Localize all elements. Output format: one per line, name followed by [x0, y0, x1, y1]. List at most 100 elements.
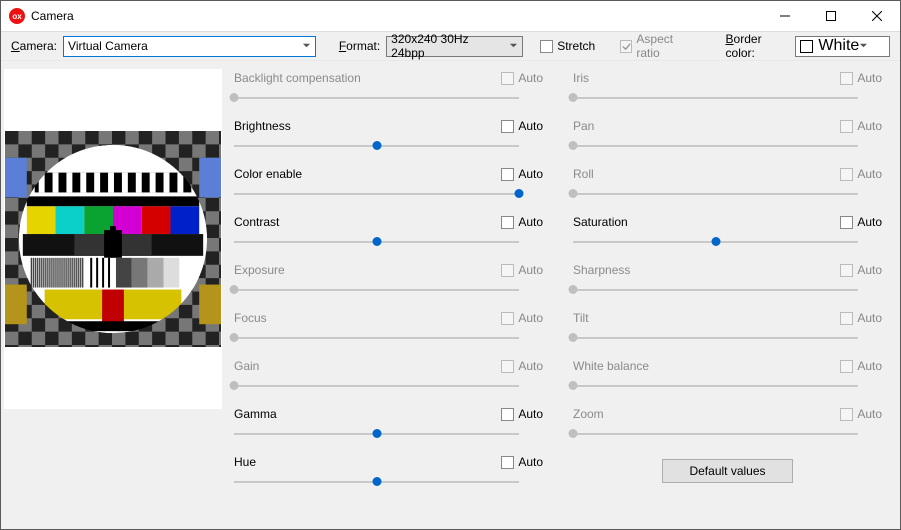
slider-whitebal: White balance Auto [573, 357, 882, 405]
slider-label: Backlight compensation [234, 71, 501, 85]
slider-track-gain [234, 379, 519, 393]
sliders-column-right: IrisAutoPanAutoRollAutoSaturationAutoSha… [573, 69, 882, 529]
auto-label: Auto [857, 263, 882, 277]
checkbox-icon [540, 40, 553, 53]
slider-hue: Hue Auto [234, 453, 543, 501]
auto-checkbox-roll: Auto [840, 167, 882, 181]
slider-contrast: ContrastAuto [234, 213, 543, 261]
slider-track-gamma[interactable] [234, 427, 519, 441]
slider-track-iris [573, 91, 858, 105]
auto-checkbox-iris: Auto [840, 71, 882, 85]
auto-label: Auto [857, 359, 882, 373]
window-title: Camera [31, 9, 74, 23]
checkbox-icon [501, 72, 514, 85]
auto-checkbox-whitebal: Auto [840, 359, 882, 373]
auto-checkbox-tilt: Auto [840, 311, 882, 325]
maximize-button[interactable] [808, 1, 854, 31]
slider-label: Gamma [234, 407, 501, 421]
slider-track-hue[interactable] [234, 475, 519, 489]
auto-checkbox-brightness[interactable]: Auto [501, 119, 543, 133]
toolbar: Camera: Virtual Camera Format: 320x240 3… [1, 31, 900, 61]
auto-checkbox-hue[interactable]: Auto [501, 455, 543, 469]
border-color-label: Border color: [726, 32, 790, 60]
slider-focus: FocusAuto [234, 309, 543, 357]
minimize-button[interactable] [762, 1, 808, 31]
auto-label: Auto [857, 167, 882, 181]
slider-label: Pan [573, 119, 840, 133]
slider-label: Saturation [573, 215, 840, 229]
checkbox-icon [501, 360, 514, 373]
slider-tilt: TiltAuto [573, 309, 882, 357]
default-values-button[interactable]: Default values [662, 459, 792, 483]
checkbox-icon [840, 168, 853, 181]
auto-checkbox-focus: Auto [501, 311, 543, 325]
auto-checkbox-contrast[interactable]: Auto [501, 215, 543, 229]
slider-label: Brightness [234, 119, 501, 133]
slider-exposure: Exposure Auto [234, 261, 543, 309]
slider-label: Exposure [234, 263, 501, 277]
close-button[interactable] [854, 1, 900, 31]
app-icon: ox [9, 8, 25, 24]
checkbox-icon [501, 312, 514, 325]
slider-track-whitebal [573, 379, 858, 393]
slider-label: Contrast [234, 215, 501, 229]
aspect-label: Aspect ratio [636, 32, 695, 60]
stretch-label: Stretch [557, 39, 595, 53]
slider-pan: Pan Auto [573, 117, 882, 165]
checkbox-icon [501, 120, 514, 133]
slider-track-zoom [573, 427, 858, 441]
checkbox-icon [840, 264, 853, 277]
slider-label: Iris [573, 71, 840, 85]
slider-label: Hue [234, 455, 501, 469]
stretch-checkbox[interactable]: Stretch [540, 39, 595, 53]
slider-track-sharpness [573, 283, 858, 297]
slider-gain: Gain Auto [234, 357, 543, 405]
main-area: Backlight compensationAutoBrightnessAuto… [1, 61, 900, 529]
border-color-value: White [818, 37, 859, 55]
slider-label: White balance [573, 359, 840, 373]
slider-track-saturation[interactable] [573, 235, 858, 249]
checkbox-icon [501, 456, 514, 469]
checkbox-icon [620, 40, 632, 53]
camera-label: Camera: [11, 39, 57, 53]
slider-gamma: Gamma Auto [234, 405, 543, 453]
camera-preview [4, 69, 222, 409]
camera-select[interactable]: Virtual Camera [63, 36, 316, 57]
slider-iris: IrisAuto [573, 69, 882, 117]
format-label: Format: [339, 39, 380, 53]
auto-label: Auto [518, 71, 543, 85]
auto-checkbox-gamma[interactable]: Auto [501, 407, 543, 421]
auto-checkbox-gain: Auto [501, 359, 543, 373]
slider-label: Focus [234, 311, 501, 325]
slider-track-colorenable[interactable] [234, 187, 519, 201]
slider-brightness: BrightnessAuto [234, 117, 543, 165]
slider-track-brightness[interactable] [234, 139, 519, 153]
auto-checkbox-sharpness: Auto [840, 263, 882, 277]
auto-checkbox-colorenable[interactable]: Auto [501, 167, 543, 181]
checkbox-icon [840, 72, 853, 85]
auto-label: Auto [518, 359, 543, 373]
window-titlebar: ox Camera [1, 1, 900, 31]
auto-label: Auto [518, 407, 543, 421]
auto-checkbox-backlight: Auto [501, 71, 543, 85]
auto-checkbox-zoom: Auto [840, 407, 882, 421]
color-swatch [800, 40, 813, 53]
auto-label: Auto [857, 215, 882, 229]
slider-track-pan [573, 139, 858, 153]
slider-roll: Roll Auto [573, 165, 882, 213]
border-color-select[interactable]: White [795, 36, 890, 57]
checkbox-icon [840, 312, 853, 325]
checkbox-icon [840, 120, 853, 133]
auto-checkbox-saturation[interactable]: Auto [840, 215, 882, 229]
auto-label: Auto [518, 263, 543, 277]
chevron-down-icon [509, 39, 518, 53]
auto-label: Auto [518, 455, 543, 469]
aspect-ratio-checkbox: Aspect ratio [620, 32, 695, 60]
format-select[interactable]: 320x240 30Hz 24bpp [386, 36, 522, 57]
slider-label: Color enable [234, 167, 501, 181]
slider-track-contrast[interactable] [234, 235, 519, 249]
auto-label: Auto [857, 119, 882, 133]
slider-label: Gain [234, 359, 501, 373]
checkbox-icon [840, 360, 853, 373]
slider-label: Roll [573, 167, 840, 181]
